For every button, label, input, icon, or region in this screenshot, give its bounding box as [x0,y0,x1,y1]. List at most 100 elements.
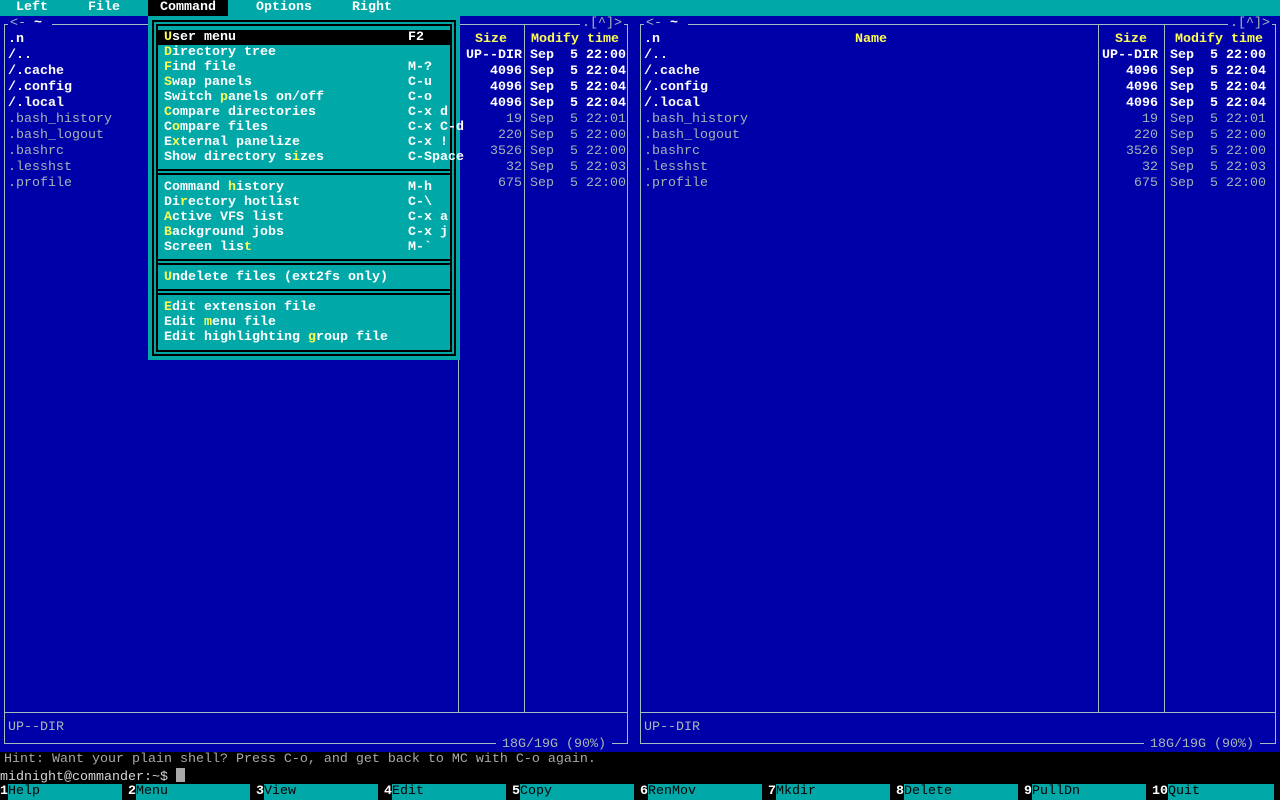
menu-hotkey-letter: B [164,225,172,240]
menu-item-command-history[interactable]: Command history M-h [158,180,450,195]
menu-item-edit-menu-file[interactable]: Edit menu file [158,315,450,330]
disk-usage: 18G/19G (90%) [496,737,612,753]
menubar-item-left[interactable]: Left [4,0,60,16]
menu-item-shortcut: M-` [408,240,432,255]
menu-item-edit-extension-file[interactable]: Edit extension file [158,300,450,315]
fkey-number: 8 [896,784,904,800]
file-mtime: Sep 5 22:04 [1170,96,1266,111]
menu-item-directory-hotlist[interactable]: Directory hotlist C-\ [158,195,450,210]
menu-item-find-file[interactable]: Find file M-? [158,60,450,75]
fkey-10-quit[interactable]: 10 Quit [1152,784,1280,800]
file-mtime: Sep 5 22:00 [530,128,626,143]
menu-hotkey-letter: m [204,315,212,330]
file-size: 4096 [490,96,522,111]
file-size: 220 [1134,128,1158,143]
menu-item-compare-directories[interactable]: Compare directories C-x d [158,105,450,120]
menu-item-switch-panels-on-off[interactable]: Switch panels on/off C-o [158,90,450,105]
file-mtime: Sep 5 22:03 [530,160,626,175]
file-name: /.local [8,96,64,111]
file-size: 4096 [1126,80,1158,95]
menubar-item-right[interactable]: Right [340,0,404,16]
menu-item-user-menu[interactable]: User menu F2 [158,30,450,45]
file-size: 3526 [1126,144,1158,159]
menu-item-swap-panels[interactable]: Swap panels C-u [158,75,450,90]
fkey-3-view[interactable]: 3 View [256,784,384,800]
file-mtime: Sep 5 22:04 [530,96,626,111]
menu-item-undelete-files-ext2fs-only[interactable]: Undelete files (ext2fs only) [158,270,450,285]
file-row-bash-logout[interactable]: .bash_logout 220 Sep 5 22:00 [636,128,1280,144]
column-header-size[interactable]: Size [458,32,524,48]
file-list: /.. UP--DIR Sep 5 22:00 /.cache 4096 Sep 5 22… [636,48,1280,192]
shell-command-line[interactable]: midnight@commander:~$ [0,768,1280,785]
fkey-1-help[interactable]: 1 Help [0,784,128,800]
file-row-cache[interactable]: /.cache 4096 Sep 5 22:04 [636,64,1280,80]
menu-item-label: User menu [164,30,236,45]
fkey-8-delete[interactable]: 8 Delete [896,784,1024,800]
column-header-mtime[interactable]: Modify time [1164,32,1274,48]
menu-item-screen-list[interactable]: Screen list M-` [158,240,450,255]
panel-nav-widget[interactable]: .[^]> [1228,16,1272,32]
menu-item-active-vfs-list[interactable]: Active VFS list C-x a [158,210,450,225]
fkey-7-mkdir[interactable]: 7 Mkdir [768,784,896,800]
menu-item-label: Compare files [164,120,268,135]
menu-item-label: Find file [164,60,236,75]
panel-right: <- ~ .[^]> Name Size Modify time .n/.. UP--DI… [636,16,1280,753]
panel-path-text: ~ [662,16,686,31]
menu-hotkey-letter: F [164,60,172,75]
shell-cursor [175,768,185,782]
fkey-label: RenMov [648,784,762,800]
menu-item-show-directory-sizes[interactable]: Show directory sizes C-Space [158,150,464,165]
file-row-[interactable]: /.. UP--DIR Sep 5 22:00 [636,48,1280,64]
menu-item-directory-tree[interactable]: Directory tree [158,45,450,60]
panel-nav-widget[interactable]: .[^]> [580,16,624,32]
fkey-label: Mkdir [776,784,890,800]
file-name: /.cache [644,64,700,79]
menu-item-edit-highlighting-group-file[interactable]: Edit highlighting group file [158,330,450,345]
menu-item-label: Background jobs [164,225,284,240]
file-size: UP--DIR [466,48,522,63]
fkey-4-edit[interactable]: 4 Edit [384,784,512,800]
file-row-local[interactable]: /.local 4096 Sep 5 22:04 [636,96,1280,112]
menu-bar: Left File Command Options Right [0,0,1280,16]
fkey-5-copy[interactable]: 5 Copy [512,784,640,800]
panel-path[interactable]: <- ~ [8,16,52,32]
fkey-label: Copy [520,784,634,800]
menu-item-background-jobs[interactable]: Background jobs C-x j [158,225,450,240]
menu-item-label: Swap panels [164,75,252,90]
file-name: /.local [644,96,700,111]
file-row-config[interactable]: /.config 4096 Sep 5 22:04 [636,80,1280,96]
menu-item-shortcut: C-x j [408,225,448,240]
file-name: .lesshst [644,160,708,175]
fkey-6-renmov[interactable]: 6 RenMov [640,784,768,800]
file-name: .lesshst [8,160,72,175]
menubar-item-options[interactable]: Options [244,0,324,16]
fkey-2-menu[interactable]: 2 Menu [128,784,256,800]
file-mtime: Sep 5 22:04 [530,64,626,79]
menu-item-list: User menu F2 Directory tree Find file M-? Swa… [156,30,464,345]
menu-item-external-panelize[interactable]: External panelize C-x ! [158,135,450,150]
column-header-size[interactable]: Size [1098,32,1164,48]
file-row-bash-history[interactable]: .bash_history 19 Sep 5 22:01 [636,112,1280,128]
menu-hotkey-letter: t [243,240,252,255]
file-mtime: Sep 5 22:00 [530,144,626,159]
menu-item-shortcut: M-h [408,180,432,195]
menu-item-shortcut: M-? [408,60,432,75]
column-header-name[interactable]: Name [644,32,1098,48]
column-header-mtime[interactable]: Modify time [524,32,626,48]
menu-item-label: Compare directories [164,105,316,120]
menu-item-label: Screen list [164,240,252,255]
menu-item-shortcut: C-o [408,90,432,105]
panel-path[interactable]: <- ~ [644,16,688,32]
fkey-label: Menu [136,784,250,800]
fkey-9-pulldn[interactable]: 9 PullDn [1024,784,1152,800]
file-row-profile[interactable]: .profile 675 Sep 5 22:00 [636,176,1280,192]
menu-hotkey-letter: r [180,195,188,210]
menu-item-shortcut: F2 [408,30,424,45]
menubar-item-command[interactable]: Command [148,0,228,16]
file-row-lesshst[interactable]: .lesshst 32 Sep 5 22:03 [636,160,1280,176]
hint-line: Hint: Want your plain shell? Press C-o, … [0,752,1280,768]
file-row-bashrc[interactable]: .bashrc 3526 Sep 5 22:00 [636,144,1280,160]
menubar-item-file[interactable]: File [76,0,132,16]
menu-item-compare-files[interactable]: Compare files C-x C-d [158,120,464,135]
menu-hotkey-letter: i [291,150,300,165]
